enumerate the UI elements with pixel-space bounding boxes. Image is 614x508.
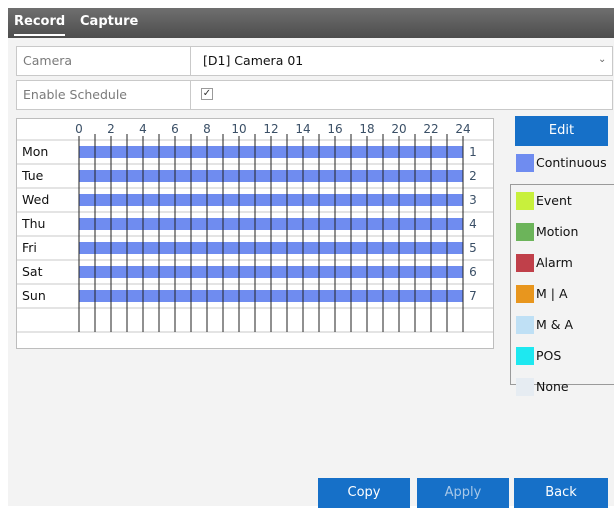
tab-capture[interactable]: Capture xyxy=(80,8,138,38)
record-schedule-panel: Record Capture Camera [D1] Camera 01 ⌄ E… xyxy=(8,8,614,508)
day-label-sun: Sun xyxy=(22,288,46,303)
legend-label: M | A xyxy=(536,286,568,301)
hour-tick-label: 4 xyxy=(139,122,147,136)
day-label-tue: Tue xyxy=(21,168,44,183)
camera-label: Camera xyxy=(17,47,191,75)
hour-tick-label: 2 xyxy=(107,122,115,136)
hour-tick-label: 16 xyxy=(327,122,342,136)
enable-schedule-checkbox[interactable]: ✓ xyxy=(201,88,213,100)
legend-swatch xyxy=(516,254,534,272)
hour-tick-label: 8 xyxy=(203,122,211,136)
hour-tick-label: 22 xyxy=(423,122,438,136)
copy-button[interactable]: Copy xyxy=(318,478,410,508)
hour-tick-label: 14 xyxy=(295,122,310,136)
day-index-6: 6 xyxy=(469,265,477,279)
legend-swatch xyxy=(516,285,534,303)
legend-label: None xyxy=(536,379,569,394)
day-index-2: 2 xyxy=(469,169,477,183)
legend-swatch xyxy=(516,378,534,396)
day-index-1: 1 xyxy=(469,145,477,159)
apply-button: Apply xyxy=(417,478,509,508)
day-label-mon: Mon xyxy=(22,144,48,159)
legend-swatch xyxy=(516,316,534,334)
camera-select[interactable]: [D1] Camera 01 xyxy=(203,47,303,75)
legend-label: Event xyxy=(536,193,572,208)
legend-label: M & A xyxy=(536,317,574,332)
hour-tick-label: 12 xyxy=(263,122,278,136)
day-index-4: 4 xyxy=(469,217,477,231)
legend-swatch xyxy=(516,223,534,241)
hour-tick-label: 18 xyxy=(359,122,374,136)
day-label-fri: Fri xyxy=(22,240,37,255)
back-button[interactable]: Back xyxy=(514,478,608,508)
hour-tick-label: 24 xyxy=(455,122,470,136)
enable-schedule-label: Enable Schedule xyxy=(17,81,191,109)
day-label-sat: Sat xyxy=(22,264,43,279)
chevron-down-icon[interactable]: ⌄ xyxy=(598,55,606,65)
legend-label: Motion xyxy=(536,224,579,239)
legend-swatch xyxy=(516,192,534,210)
day-label-thu: Thu xyxy=(21,216,45,231)
schedule-timeline[interactable]: 0 2 4 6 8 10 12 14 16 18 20 22 24Mon 1Tue 2Wed 3Thu 4Fri… xyxy=(17,119,493,348)
edit-button[interactable]: Edit xyxy=(515,116,608,146)
day-index-5: 5 xyxy=(469,241,477,255)
legend-label: Continuous xyxy=(536,155,607,170)
enable-schedule-row: Enable Schedule ✓ xyxy=(16,80,613,110)
hour-tick-label: 0 xyxy=(75,122,83,136)
hour-tick-label: 10 xyxy=(231,122,246,136)
hour-tick-label: 6 xyxy=(171,122,179,136)
legend-swatch xyxy=(516,154,534,172)
tab-record[interactable]: Record xyxy=(14,8,66,36)
day-index-7: 7 xyxy=(469,289,477,303)
schedule-grid[interactable]: 0 2 4 6 8 10 12 14 16 18 20 22 24 Mon 1 Tue 2 Wed 3 Thu 4 Fri… xyxy=(16,118,494,349)
legend-label: Alarm xyxy=(536,255,573,270)
legend-swatch xyxy=(516,347,534,365)
day-label-wed: Wed xyxy=(22,192,49,207)
hour-tick-label: 20 xyxy=(391,122,406,136)
day-index-3: 3 xyxy=(469,193,477,207)
legend-label: POS xyxy=(536,348,562,363)
camera-row: Camera [D1] Camera 01 ⌄ xyxy=(16,46,613,76)
tab-bar: Record Capture xyxy=(8,8,614,38)
